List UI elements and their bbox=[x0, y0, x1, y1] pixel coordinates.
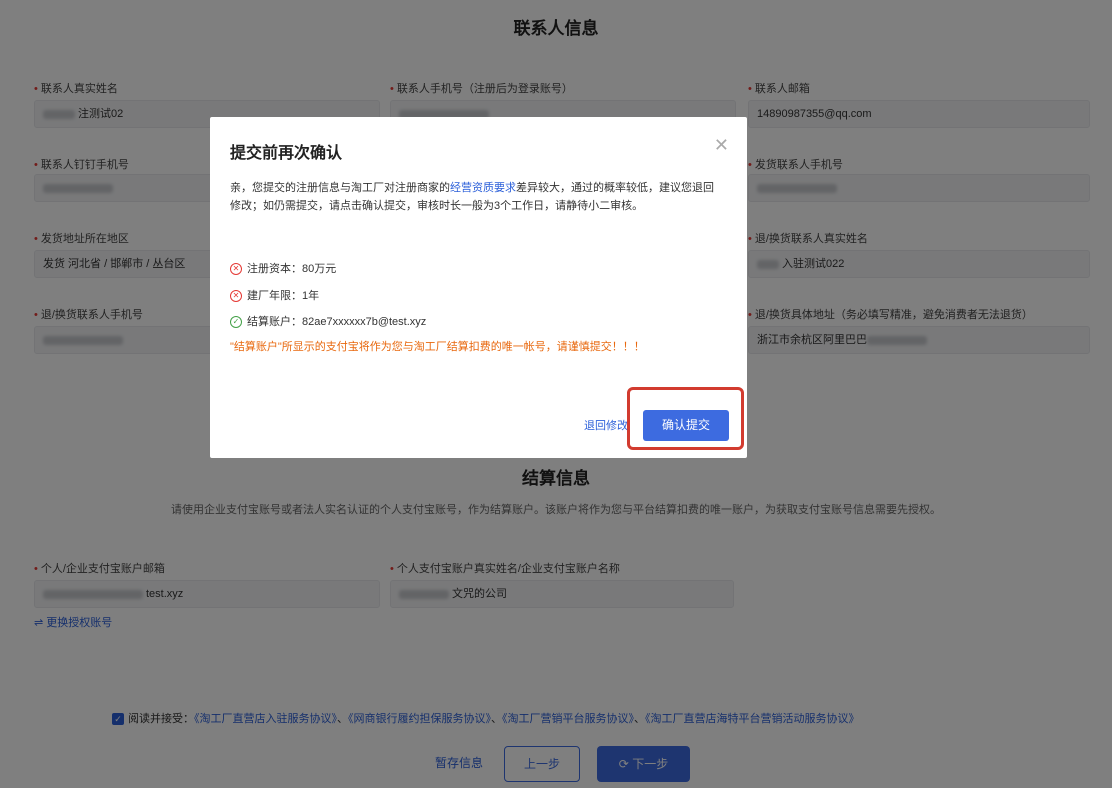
dialog-title: 提交前再次确认 bbox=[230, 145, 343, 162]
dialog-message: 亲，您提交的注册信息与淘工厂对注册商家的经营资质要求差异较大，通过的概率较低，建… bbox=[230, 182, 714, 212]
error-circle-icon: ✕ bbox=[230, 263, 242, 276]
settlement-warning: "结算账户"所显示的支付宝将作为您与淘工厂结算扣费的唯一帐号，请谨慎提交！！！ bbox=[230, 341, 645, 353]
check-circle-icon: ✓ bbox=[230, 316, 242, 329]
confirm-dialog: 提交前再次确认 ✕ 亲，您提交的注册信息与淘工厂对注册商家的经营资质要求差异较大… bbox=[210, 117, 747, 458]
back-to-edit-link[interactable]: 退回修改 bbox=[584, 417, 628, 433]
error-circle-icon: ✕ bbox=[230, 290, 242, 303]
qualification-link[interactable]: 经营资质要求 bbox=[450, 182, 516, 194]
check-item-account: ✓ 结算账户：82ae7xxxxxx7b@test.xyz bbox=[230, 313, 426, 329]
check-item-years: ✕ 建厂年限：1年 bbox=[230, 287, 319, 303]
check-item-capital: ✕ 注册资本：80万元 bbox=[230, 260, 336, 276]
close-icon[interactable]: ✕ bbox=[714, 135, 729, 156]
highlight-box bbox=[627, 387, 744, 450]
